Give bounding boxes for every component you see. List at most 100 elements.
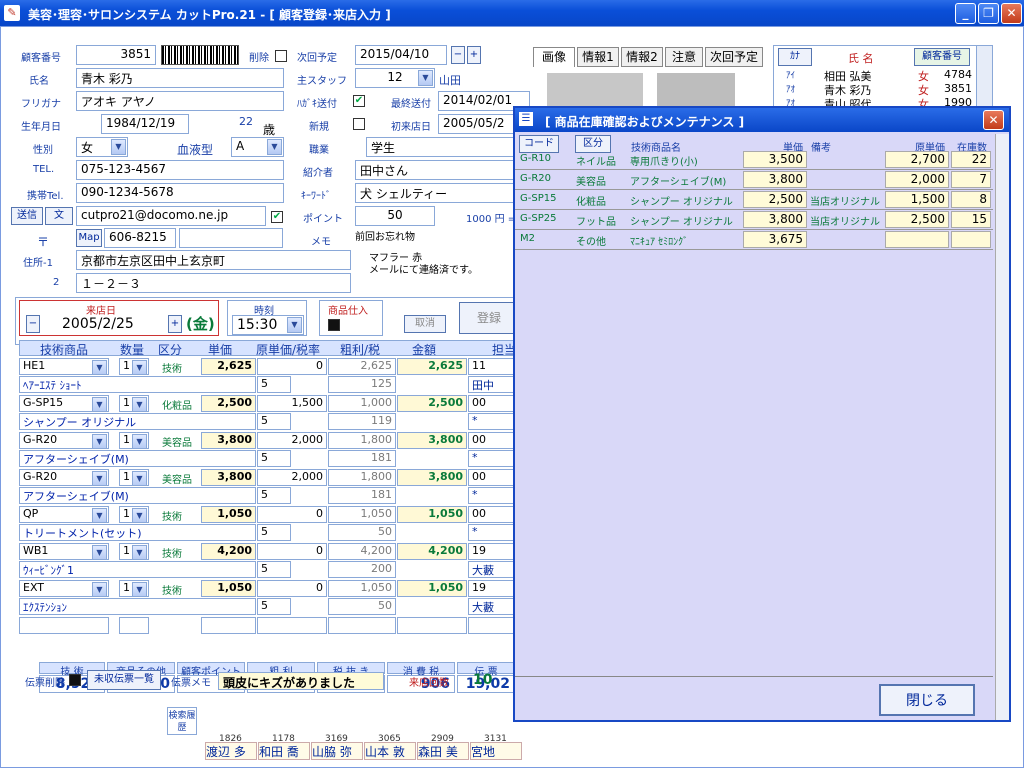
staff-code[interactable]: 00 [468, 432, 518, 449]
unit-price[interactable]: 1,050 [201, 580, 256, 597]
item-code-field[interactable]: G-R20 ▼ [19, 469, 109, 486]
next-date-field[interactable]: 2015/04/10 [355, 45, 447, 65]
addr1-field[interactable]: 京都市左京区田中上玄京町 [76, 250, 351, 270]
send-button[interactable]: 送信 [11, 207, 43, 225]
new-cost-field[interactable] [257, 617, 327, 634]
restore-button[interactable]: ❐ [978, 3, 999, 24]
cost-price[interactable]: 1,500 [257, 395, 327, 412]
staff-code[interactable]: 00 [468, 469, 518, 486]
qty-select[interactable]: 1 ▼ [119, 395, 149, 412]
slip-delete-checkbox[interactable] [69, 674, 81, 686]
item-code-field[interactable]: EXT ▼ [19, 580, 109, 597]
delete-checkbox[interactable] [275, 50, 287, 62]
job-field[interactable]: 学生 [366, 137, 516, 157]
staff-code[interactable]: 19 [468, 580, 518, 597]
table-row[interactable]: HE1 ▼ 1 ▼ 技術 2,625 0 2,625 2,625 11 ﾍｱｰｴｽﾃ ｼｮｰﾄ 5 12… [19, 357, 519, 394]
name-field[interactable]: 青木 彩乃 [76, 68, 284, 88]
history-item[interactable]: 山本 敦 [364, 742, 416, 760]
table-row[interactable]: G-SP15 ▼ 1 ▼ 化粧品 2,500 1,500 1,000 2,500 00 シャンプー … [19, 394, 519, 431]
zip-field[interactable]: 606-8215 [104, 228, 176, 248]
keyword-field[interactable]: 犬 シェルティー [355, 183, 515, 203]
table-row[interactable]: WB1 ▼ 1 ▼ 技術 4,200 0 4,200 4,200 19 ｳｨｰﾋﾞﾝｸﾞ1 5 200 大… [19, 542, 519, 579]
new-staff-field[interactable] [468, 617, 518, 634]
postcard-checkbox[interactable]: ✔ [353, 95, 365, 107]
minus-button[interactable]: − [451, 46, 465, 64]
tel-field[interactable]: 075-123-4567 [76, 160, 284, 180]
map-button[interactable]: Map [76, 229, 102, 247]
point-field[interactable]: 50 [355, 206, 435, 226]
date-plus-button[interactable]: + [168, 315, 182, 333]
tab-caution[interactable]: 注意 [665, 47, 703, 67]
birth-field[interactable]: 1984/12/19 [101, 114, 189, 134]
time-select[interactable]: 15:30 ▼ [232, 315, 304, 335]
stock-row[interactable]: G-SP15 化粧品 シャンプー オリジナル 2,500 当店オリジナル 1,500 8 [515, 190, 993, 210]
tax-rate[interactable]: 5 [257, 413, 291, 430]
minimize-button[interactable]: _ [955, 3, 976, 24]
item-code-field[interactable]: HE1 ▼ [19, 358, 109, 375]
new-code-field[interactable] [19, 617, 109, 634]
history-item[interactable]: 山脇 弥 [311, 742, 363, 760]
plus-button[interactable]: + [467, 46, 481, 64]
tab-info2[interactable]: 情報2 [621, 47, 663, 67]
customer-id-field[interactable]: 3851 [76, 45, 156, 65]
text-button[interactable]: 文 [45, 207, 73, 225]
new-checkbox[interactable] [353, 118, 365, 130]
purchase-checkbox[interactable] [328, 319, 340, 331]
visit-date[interactable]: 2005/2/25 [62, 316, 134, 332]
date-minus-button[interactable]: − [26, 315, 40, 333]
stock-row[interactable]: M2 その他 ﾏﾆｷｭｱ ｾﾐﾛﾝｸﾞ 3,675 [515, 230, 993, 250]
history-item[interactable]: 渡辺 多 [205, 742, 257, 760]
dialog-scrollbar[interactable] [995, 134, 1009, 720]
blood-select[interactable]: A ▼ [231, 137, 284, 157]
unit-price[interactable]: 4,200 [201, 543, 256, 560]
close-window-button[interactable]: ✕ [1001, 3, 1022, 24]
cancel-button[interactable]: 取消 [404, 315, 446, 333]
staff-code[interactable]: 11 [468, 358, 518, 375]
staff-select[interactable]: 12 ▼ [355, 68, 435, 88]
list-item[interactable]: ｱｲ 相田 弘美 女 4784 [776, 68, 972, 83]
staff-code[interactable]: 19 [468, 543, 518, 560]
mobile-field[interactable]: 090-1234-5678 [76, 183, 284, 203]
cost-price[interactable]: 0 [257, 358, 327, 375]
close-button[interactable]: 閉じる [879, 684, 975, 716]
empty-row[interactable] [19, 616, 519, 653]
addr2-field[interactable]: １－２－３ [76, 273, 351, 293]
unit-price[interactable]: 3,800 [201, 432, 256, 449]
tax-rate[interactable]: 5 [257, 524, 291, 541]
history-item[interactable]: 和田 喬 [258, 742, 310, 760]
dialog-close-icon[interactable]: ✕ [983, 110, 1004, 130]
history-item[interactable]: 宮地 [470, 742, 522, 760]
unpaid-slips-button[interactable]: 未収伝票一覧 [87, 670, 161, 690]
kana-field[interactable]: アオキ アヤノ [76, 91, 284, 111]
item-code-field[interactable]: QP ▼ [19, 506, 109, 523]
tax-rate[interactable]: 5 [257, 450, 291, 467]
tab-info1[interactable]: 情報1 [577, 47, 619, 67]
list-item[interactable]: ｱｵ 青木 彩乃 女 3851 [776, 82, 972, 97]
new-price-field[interactable] [201, 617, 256, 634]
unit-price[interactable]: 2,625 [201, 358, 256, 375]
new-gross-field[interactable] [328, 617, 396, 634]
table-row[interactable]: QP ▼ 1 ▼ 技術 1,050 0 1,050 1,050 00 トリートメント(セット) 5 50… [19, 505, 519, 542]
email-field[interactable]: cutpro21@docomo.ne.jp [76, 206, 266, 226]
first-visit-field[interactable]: 2005/05/2 [438, 114, 518, 134]
tax-rate[interactable]: 5 [257, 487, 291, 504]
list-header-id[interactable]: 顧客番号 [914, 48, 970, 66]
email-checkbox[interactable]: ✔ [271, 211, 283, 223]
qty-select[interactable]: 1 ▼ [119, 543, 149, 560]
stock-row[interactable]: G-R20 美容品 アフターシェイブ(M) 3,800 2,000 7 [515, 170, 993, 190]
unit-price[interactable]: 3,800 [201, 469, 256, 486]
gender-select[interactable]: 女 ▼ [76, 137, 128, 157]
slip-memo-field[interactable]: 頭皮にキズがありました [218, 672, 384, 690]
unit-price[interactable]: 2,500 [201, 395, 256, 412]
cost-price[interactable]: 0 [257, 506, 327, 523]
list-scrollbar[interactable] [976, 46, 992, 108]
cost-price[interactable]: 0 [257, 543, 327, 560]
item-code-field[interactable]: G-R20 ▼ [19, 432, 109, 449]
qty-select[interactable]: 1 ▼ [119, 580, 149, 597]
tab-image[interactable]: 画像 [533, 47, 575, 67]
item-code-field[interactable]: WB1 ▼ [19, 543, 109, 560]
staff-code[interactable]: 00 [468, 506, 518, 523]
item-code-field[interactable]: G-SP15 ▼ [19, 395, 109, 412]
stock-row[interactable]: G-SP25 フット品 シャンプー オリジナル 3,800 当店オリジナル 2,500 15 [515, 210, 993, 230]
tax-rate[interactable]: 5 [257, 598, 291, 615]
